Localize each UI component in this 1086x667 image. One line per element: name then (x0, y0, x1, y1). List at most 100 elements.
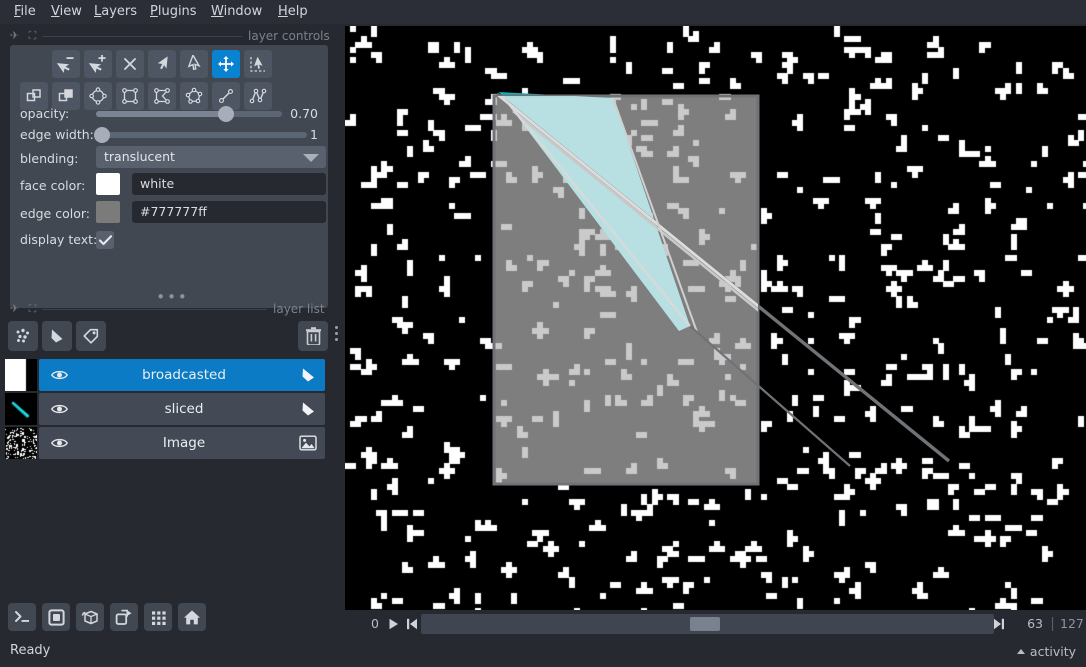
layer-row-image[interactable]: Image (5, 427, 325, 459)
opacity-slider[interactable] (96, 106, 282, 122)
new-labels-layer-button[interactable] (76, 321, 106, 351)
direct-select-icon (157, 56, 168, 70)
menu-help[interactable]: Help (274, 3, 312, 21)
display-text-label: display text: (20, 232, 98, 247)
shapes-icon (51, 329, 63, 343)
status-bar: Ready activity (0, 638, 1086, 667)
trash-icon (305, 327, 321, 345)
new-shapes-layer-button[interactable] (42, 321, 72, 351)
vertex-insert-icon (89, 55, 106, 73)
square-2d-icon (47, 608, 65, 626)
play-icon (389, 618, 398, 630)
layer-name: broadcasted (142, 367, 226, 383)
delete-shape-tool[interactable] (116, 50, 144, 78)
edge-color-input[interactable]: #777777ff (132, 201, 326, 223)
delete-layer-button[interactable] (298, 321, 328, 351)
layer-visibility-toggle[interactable] (50, 401, 69, 417)
edge-width-slider[interactable] (94, 127, 307, 143)
layer-row-sliced[interactable]: sliced (5, 393, 325, 425)
grid-icon (151, 610, 166, 625)
menu-bar: File View Layers Plugins Window Help (0, 0, 1086, 24)
new-points-layer-button[interactable] (8, 321, 38, 351)
menu-layers[interactable]: Layers (90, 3, 141, 21)
add-ellipse-tool[interactable] (84, 82, 112, 110)
layer-row-body[interactable]: broadcasted (39, 359, 325, 391)
transpose-dimensions-button[interactable] (110, 603, 138, 631)
layer-visibility-toggle[interactable] (50, 367, 69, 383)
opacity-slider-handle[interactable] (218, 106, 235, 122)
labels-tag-icon (83, 328, 99, 344)
layer-thumbnail (5, 427, 37, 459)
add-polygon-lasso-tool[interactable] (180, 82, 208, 110)
home-icon (184, 609, 200, 624)
ndisplay-toggle-button[interactable] (42, 603, 70, 631)
layer-thumbnail-wrap (5, 393, 37, 425)
face-color-input[interactable]: white (132, 173, 326, 195)
viewer-canvas[interactable] (345, 26, 1086, 610)
edge-width-label: edge width: (20, 127, 94, 142)
float-dock-icon[interactable]: ✈ (8, 29, 21, 42)
select-vertex-insert-tool[interactable] (84, 50, 112, 78)
layer-controls-header: ✈ ⛶ layer controls (8, 28, 338, 44)
blending-label: blending: (20, 151, 79, 166)
console-button[interactable] (8, 603, 36, 631)
layer-list-menu-button[interactable] (335, 326, 339, 344)
activity-label: activity (1029, 644, 1076, 659)
ellipse-icon (89, 87, 107, 105)
pan-zoom-tool[interactable] (212, 50, 240, 78)
eye-visible-icon[interactable] (50, 367, 69, 383)
cube-roll-icon (81, 610, 98, 624)
layer-visibility-toggle[interactable] (50, 435, 69, 451)
face-color-label: face color: (20, 178, 86, 193)
last-frame-button[interactable] (990, 615, 1007, 633)
layer-type-icon-wrap (299, 367, 317, 383)
layer-controls-panel: opacity: 0.70 edge width: 1 blending: tr… (10, 45, 328, 308)
shapes-layer-render (492, 92, 951, 486)
skip-to-end-icon (993, 618, 1004, 630)
menu-window[interactable]: Window (207, 3, 266, 21)
reset-view-button[interactable] (178, 603, 206, 631)
menu-file[interactable]: File (10, 3, 40, 21)
display-text-checkbox[interactable] (96, 231, 114, 249)
play-button[interactable] (385, 615, 402, 633)
face-color-swatch[interactable] (96, 173, 120, 195)
dimension-axis-label: 0 (371, 616, 379, 631)
add-path-tool[interactable] (244, 82, 272, 110)
direct-select-tool[interactable] (148, 50, 176, 78)
layer-type-icon-wrap (299, 435, 317, 451)
popout-dock-icon[interactable]: ⛶ (26, 29, 39, 42)
blending-dropdown[interactable]: translucent (96, 146, 326, 168)
layer-row-broadcasted[interactable]: broadcasted (5, 359, 325, 391)
pan-zoom-icon (218, 56, 234, 72)
add-polygon-tool[interactable] (148, 82, 176, 110)
activity-button[interactable]: activity (1016, 644, 1076, 659)
dimension-slider-track[interactable] (421, 614, 994, 634)
layer-row-body[interactable]: Image (39, 427, 325, 459)
popout-dock-icon-2[interactable]: ⛶ (26, 302, 39, 315)
float-dock-icon-2[interactable]: ✈ (8, 302, 21, 315)
first-frame-button[interactable] (403, 615, 420, 633)
roll-dimensions-button[interactable] (76, 603, 104, 631)
add-rectangle-tool[interactable] (116, 82, 144, 110)
select-vertex-remove-tool[interactable] (52, 50, 80, 78)
transform-tool[interactable] (244, 50, 272, 78)
eye-visible-icon[interactable] (50, 435, 69, 451)
eye-visible-icon[interactable] (50, 401, 69, 417)
rectangle-icon (122, 88, 138, 104)
edge-color-swatch[interactable] (96, 201, 120, 223)
status-text: Ready (10, 643, 51, 658)
edge-width-slider-handle[interactable] (94, 127, 111, 143)
layer-list-header: ✈ ⛶ layer list (8, 301, 338, 317)
grid-view-button[interactable] (144, 603, 172, 631)
menu-plugins[interactable]: Plugins (146, 3, 201, 21)
select-shapes-tool[interactable] (180, 50, 208, 78)
menu-view[interactable]: View (47, 3, 86, 21)
layer-name: Image (162, 435, 206, 451)
dimension-slider-handle[interactable] (690, 617, 720, 631)
layer-row-body[interactable]: sliced (39, 393, 325, 425)
console-icon (14, 611, 29, 622)
layer-type-shapes-icon (302, 368, 314, 382)
path-icon (249, 88, 267, 104)
delete-x-icon (124, 58, 136, 70)
layer-type-shapes-icon (302, 402, 314, 416)
